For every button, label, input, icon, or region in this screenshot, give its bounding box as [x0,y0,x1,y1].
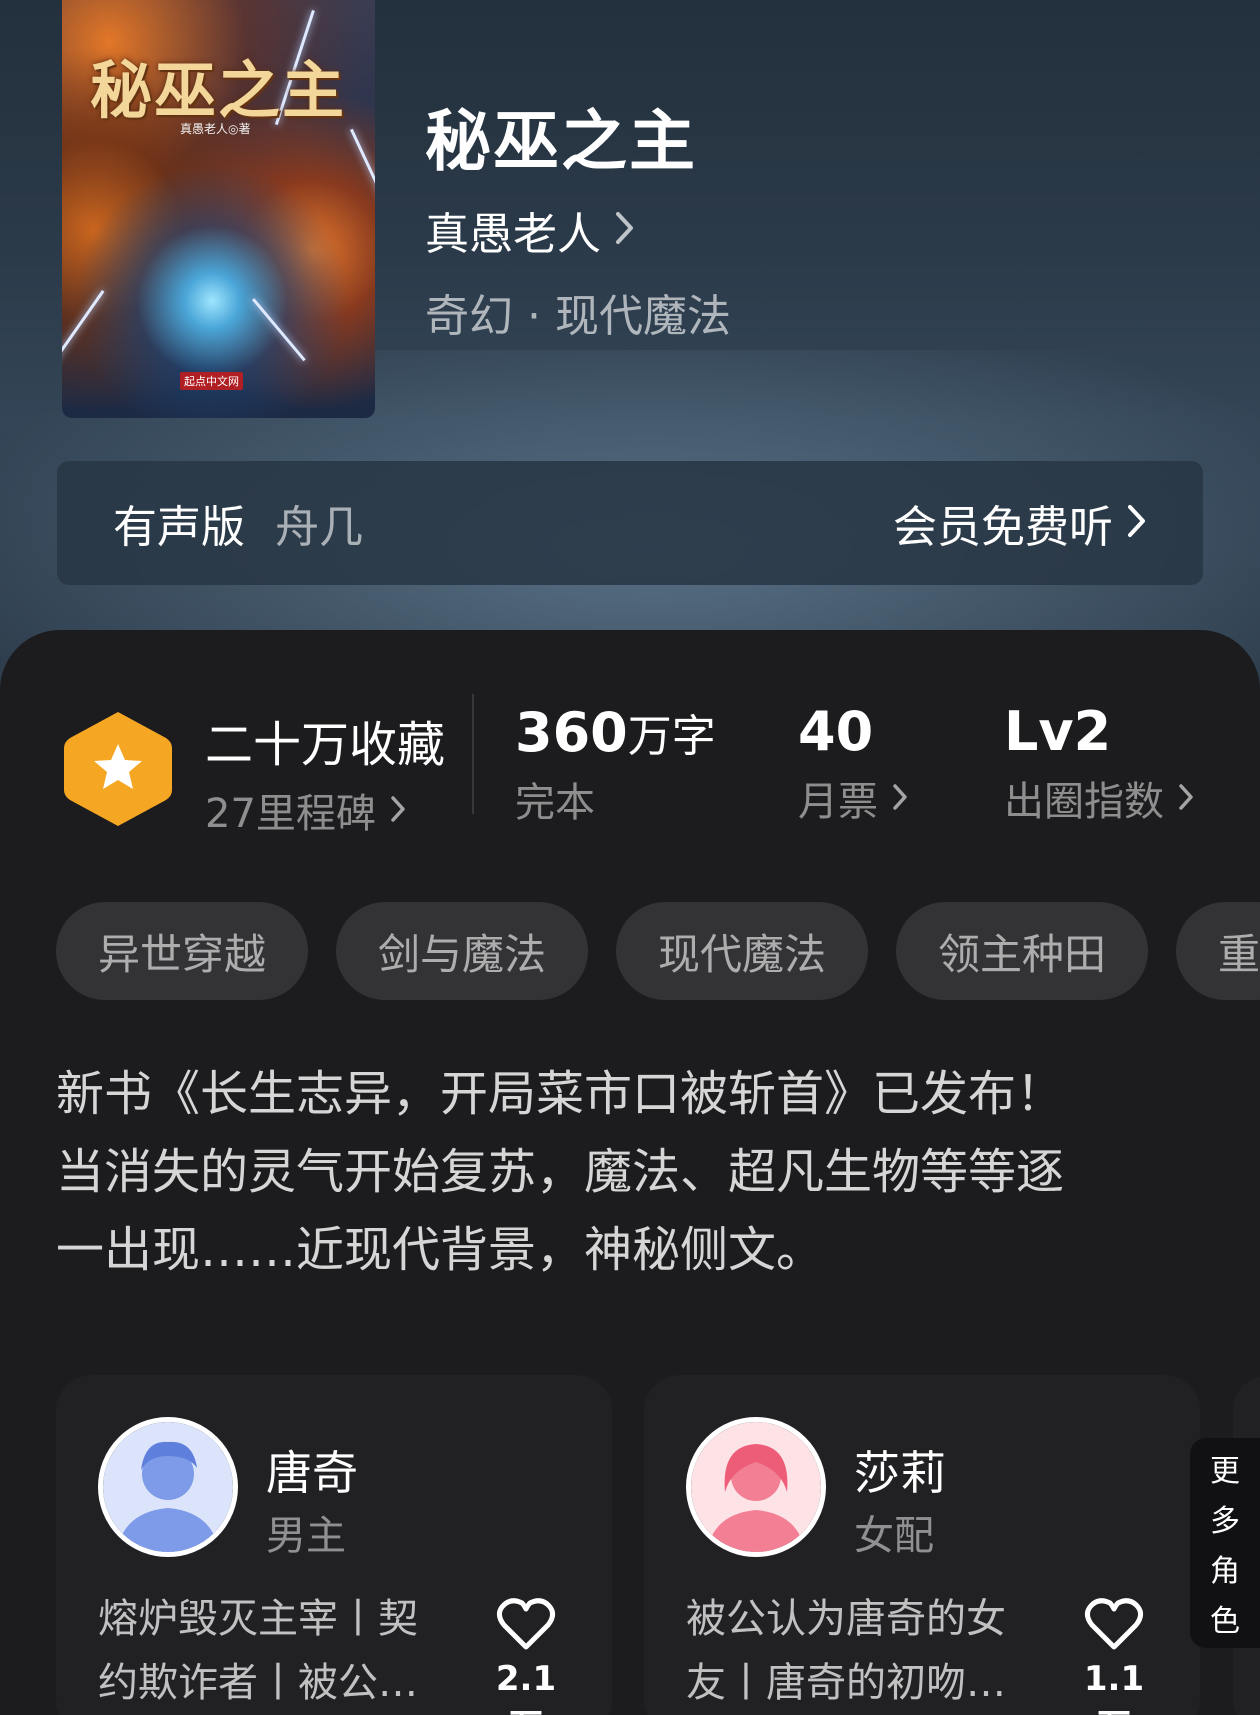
more-characters-char: 更 [1210,1454,1240,1489]
character-avatar [98,1417,238,1557]
description-line: 新书《长生志异，开局菜市口被斩首》已发布！ [56,1066,1065,1122]
like-count: 1.1万 [1083,1659,1145,1715]
book-title: 秘巫之主 [425,102,697,180]
monthly-votes-count: 40 [798,700,874,763]
character-name: 唐奇 [266,1446,358,1500]
word-count-unit: 万字 [627,711,716,762]
like-count: 2.1万 [495,1659,557,1715]
tag-chip[interactable]: 重 [1176,902,1260,1000]
more-characters-char: 角 [1210,1554,1240,1589]
character-like-button[interactable]: 1.1万 [1074,1597,1154,1715]
character-description-line: 被公认为唐奇的女 [686,1596,1006,1642]
more-characters-button[interactable]: 更 多 角 色 [1190,1438,1260,1648]
character-description: 被公认为唐奇的女 友丨唐奇的初吻… [686,1587,1046,1715]
character-card[interactable]: 唐奇 男主 熔炉毁灭主宰丨契 约欺诈者丨被公… 2.1万 [56,1375,612,1715]
heart-icon [496,1598,556,1650]
word-count-number: 360 [515,701,628,764]
character-avatar [686,1417,826,1557]
milestones-link[interactable]: 27里程碑 [205,781,445,839]
author-link[interactable]: 真愚老人 [425,198,635,262]
heart-icon [1084,1598,1144,1650]
popularity-index-label: 出圈指数 [1004,779,1164,825]
stat-divider [472,694,474,814]
word-count-stat: 360万字 完本 [515,700,716,828]
narrator-name: 舟几 [275,502,363,553]
tag-chip[interactable]: 领主种田 [896,902,1148,1000]
book-status: 完本 [515,780,595,826]
audiobook-bar[interactable]: 有声版 舟几 会员免费听 [57,461,1203,585]
character-card[interactable]: 莎莉 女配 被公认为唐奇的女 友丨唐奇的初吻… 1.1万 [644,1375,1200,1715]
more-characters-char: 多 [1210,1504,1240,1539]
monthly-votes-label: 月票 [798,779,878,825]
collection-badge-icon[interactable] [62,708,174,830]
character-description-line: 熔炉毁灭主宰丨契 [98,1596,418,1642]
chevron-right-icon [1178,775,1194,821]
chevron-right-icon [1127,498,1147,549]
member-listen-label: 会员免费听 [893,502,1113,553]
description-line: 一出现……近现代背景，神秘侧文。 [56,1222,825,1278]
author-name: 真愚老人 [425,209,601,260]
monthly-votes-stat[interactable]: 40 月票 [798,700,908,827]
more-characters-char: 色 [1210,1604,1240,1639]
collection-count: 二十万收藏 [205,717,446,773]
tag-chip[interactable]: 现代魔法 [616,902,868,1000]
book-header: 秘巫之主 真愚老人◎著 起点中文网 秘巫之主 真愚老人 奇幻 · 现代魔法 有声… [0,0,1260,700]
chevron-right-icon [615,211,635,249]
cover-publisher-logo: 起点中文网 [180,372,243,390]
popularity-index-stat[interactable]: Lv2 出圈指数 [1004,700,1194,827]
character-role: 男主 [266,1513,346,1559]
chevron-right-icon [390,787,406,833]
member-listen-button[interactable]: 会员免费听 [893,491,1147,555]
character-description-line: 约欺诈者丨被公… [98,1660,418,1706]
character-description: 熔炉毁灭主宰丨契 约欺诈者丨被公… [98,1587,458,1715]
tag-chip[interactable]: 异世穿越 [56,902,308,1000]
character-role: 女配 [854,1513,934,1559]
milestones-label: 27里程碑 [205,791,376,837]
chevron-right-icon [892,775,908,821]
book-description[interactable]: 新书《长生志异，开局菜市口被斩首》已发布！ 当消失的灵气开始复苏，魔法、超凡生物… [56,1055,1206,1289]
book-genre: 奇幻 · 现代魔法 [425,291,731,342]
character-like-button[interactable]: 2.1万 [486,1597,566,1715]
tag-chip[interactable]: 剑与魔法 [336,902,588,1000]
audiobook-label: 有声版 [113,502,245,553]
character-name: 莎莉 [854,1446,946,1500]
description-line: 当消失的灵气开始复苏，魔法、超凡生物等等逐 [56,1144,1065,1200]
character-description-line: 友丨唐奇的初吻… [686,1660,1006,1706]
cover-author: 真愚老人◎著 [180,122,251,136]
tag-list: 异世穿越 剑与魔法 现代魔法 领主种田 重 [56,902,1260,1000]
collection-stat[interactable]: 二十万收藏 27里程碑 [205,705,445,839]
book-cover[interactable]: 秘巫之主 真愚老人◎著 起点中文网 [62,0,375,418]
popularity-level: Lv2 [1004,700,1112,763]
cover-title: 秘巫之主 [90,54,347,127]
